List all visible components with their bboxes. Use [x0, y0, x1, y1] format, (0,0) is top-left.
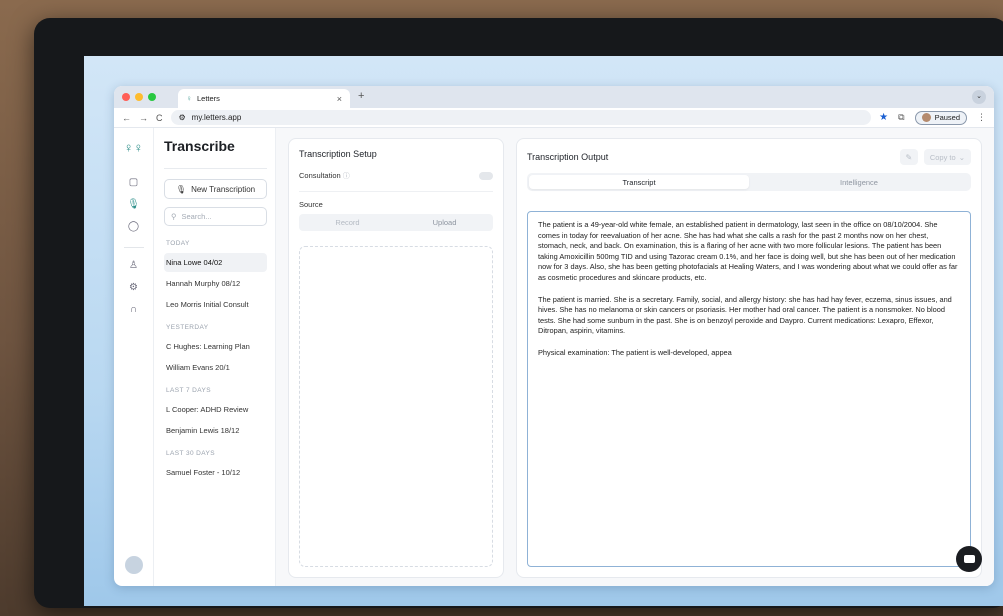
url-text: my.letters.app — [191, 113, 242, 122]
chat-icon[interactable]: ◯ — [128, 221, 139, 233]
forward-icon[interactable]: → — [139, 113, 148, 123]
desktop-screen: ♀ Letters × + ⌄ ← → C ⚙ my.letters.app ★… — [84, 56, 1003, 606]
output-actions: ✎ Copy to ⌄ — [899, 149, 971, 165]
tab-title: Letters — [197, 94, 220, 103]
output-tabs: Transcript Intelligence — [527, 173, 971, 191]
consultation-row: Consultation ⓘ — [299, 171, 493, 181]
extensions-icon[interactable]: ⧉ — [898, 112, 904, 123]
record-option[interactable]: Record — [299, 214, 396, 231]
microphone-icon[interactable]: 🎙︎ — [127, 199, 140, 211]
reload-icon[interactable]: C — [156, 113, 163, 123]
browser-window: ♀ Letters × + ⌄ ← → C ⚙ my.letters.app ★… — [114, 86, 994, 586]
user-avatar[interactable] — [124, 556, 143, 574]
toolbar-actions: ★ ⧉ Paused ⋮ — [879, 110, 986, 125]
list-item[interactable]: Hannah Murphy 08/12 — [164, 274, 267, 293]
source-selector: Record Upload — [299, 214, 493, 231]
list-item[interactable]: William Evans 20/1 — [164, 358, 267, 377]
output-title: Transcription Output — [527, 152, 609, 162]
profile-avatar — [921, 113, 931, 122]
new-tab-button[interactable]: + — [358, 90, 364, 102]
upload-option[interactable]: Upload — [396, 214, 493, 231]
site-settings-icon[interactable]: ⚙ — [179, 113, 186, 122]
bookmark-star-icon[interactable]: ★ — [879, 112, 888, 123]
new-transcription-button[interactable]: 🎙︎ New Transcription — [164, 179, 267, 199]
list-item[interactable]: C Hughes: Learning Plan — [164, 337, 267, 356]
new-transcription-label: New Transcription — [191, 184, 256, 194]
app-logo[interactable]: ♀♀ — [124, 140, 144, 155]
page-title: Transcribe — [164, 138, 235, 154]
search-placeholder: Search... — [181, 212, 212, 221]
edit-icon[interactable]: ✎ — [899, 149, 918, 165]
settings-icon[interactable]: ⚙ — [129, 282, 138, 294]
patients-icon[interactable]: ♙ — [129, 260, 138, 272]
transcript-textarea[interactable]: The patient is a 49-year-old white femal… — [527, 211, 971, 567]
microphone-icon: 🎙︎ — [175, 184, 187, 194]
transcript-paragraph: Physical examination: The patient is wel… — [538, 347, 732, 357]
upload-dropzone[interactable] — [299, 246, 493, 567]
search-input[interactable]: ⚲ Search... — [164, 207, 267, 226]
list-item[interactable]: Nina Lowe 04/02 — [164, 253, 267, 272]
sidebar-divider — [164, 168, 267, 169]
info-icon[interactable]: ⓘ — [343, 173, 350, 180]
list-item[interactable]: Leo Morris Initial Consult — [164, 295, 267, 314]
tab-close-icon[interactable]: × — [337, 94, 342, 104]
browser-toolbar: ← → C ⚙ my.letters.app ★ ⧉ Paused ⋮ — [114, 108, 994, 128]
output-header: Transcription Output ✎ Copy to ⌄ — [527, 149, 971, 165]
source-label: Source — [299, 191, 493, 209]
browser-tabbar: ♀ Letters × + ⌄ — [114, 86, 994, 108]
group-label-last-7-days: LAST 7 DAYS — [166, 387, 211, 394]
transcription-output-panel: Transcription Output ✎ Copy to ⌄ Transcr… — [516, 138, 982, 578]
copy-to-label: Copy to — [929, 152, 956, 162]
address-bar[interactable]: ⚙ my.letters.app — [170, 110, 872, 125]
search-icon: ⚲ — [171, 212, 177, 221]
list-item[interactable]: L Cooper: ADHD Review — [164, 400, 267, 419]
monitor-bezel: ♀ Letters × + ⌄ ← → C ⚙ my.letters.app ★… — [34, 18, 1003, 608]
transcript-paragraph: The patient is a 49-year-old white femal… — [538, 220, 958, 282]
consultation-label: Consultation — [299, 171, 341, 180]
copy-to-button[interactable]: Copy to ⌄ — [923, 149, 971, 165]
tab-transcript[interactable]: Transcript — [529, 175, 749, 189]
profile-button[interactable]: Paused — [914, 110, 967, 125]
transcription-setup-panel: Transcription Setup Consultation ⓘ Sourc… — [288, 138, 504, 578]
chat-bubble-icon — [963, 555, 975, 563]
chat-support-button[interactable] — [956, 546, 982, 572]
rail-divider — [123, 247, 144, 248]
tab-search-icon[interactable]: ⌄ — [972, 90, 986, 104]
setup-title: Transcription Setup — [299, 149, 377, 159]
tab-intelligence[interactable]: Intelligence — [749, 175, 969, 189]
window-controls — [122, 93, 156, 101]
back-icon[interactable]: ← — [122, 113, 131, 123]
group-label-yesterday: YESTERDAY — [166, 324, 209, 331]
list-item[interactable]: Benjamin Lewis 18/12 — [164, 421, 267, 440]
browser-tab[interactable]: ♀ Letters × — [178, 89, 350, 108]
favicon-icon: ♀ — [186, 94, 192, 103]
group-label-last-30-days: LAST 30 DAYS — [166, 450, 215, 457]
support-icon[interactable]: ∩ — [130, 304, 137, 316]
chevron-down-icon: ⌄ — [958, 152, 965, 162]
list-item[interactable]: Samuel Foster - 10/12 — [164, 463, 267, 482]
app-body: ♀♀ ▢ 🎙︎ ◯ ♙ ⚙ ∩ Transcribe 🎙︎ New Transc… — [114, 128, 994, 586]
transcript-paragraph: The patient is married. She is a secreta… — [538, 294, 952, 336]
browser-menu-icon[interactable]: ⋮ — [977, 112, 986, 123]
transcribe-sidebar: Transcribe 🎙︎ New Transcription ⚲ Search… — [154, 128, 276, 586]
maximize-window-icon[interactable] — [148, 93, 156, 101]
letters-icon[interactable]: ▢ — [129, 177, 138, 189]
nav-rail: ♀♀ ▢ 🎙︎ ◯ ♙ ⚙ ∩ — [114, 128, 154, 586]
main-content: Transcription Setup Consultation ⓘ Sourc… — [276, 128, 994, 586]
consultation-toggle[interactable] — [479, 172, 493, 180]
group-label-today: TODAY — [166, 240, 190, 247]
close-window-icon[interactable] — [122, 93, 130, 101]
minimize-window-icon[interactable] — [135, 93, 143, 101]
profile-label: Paused — [934, 113, 960, 122]
